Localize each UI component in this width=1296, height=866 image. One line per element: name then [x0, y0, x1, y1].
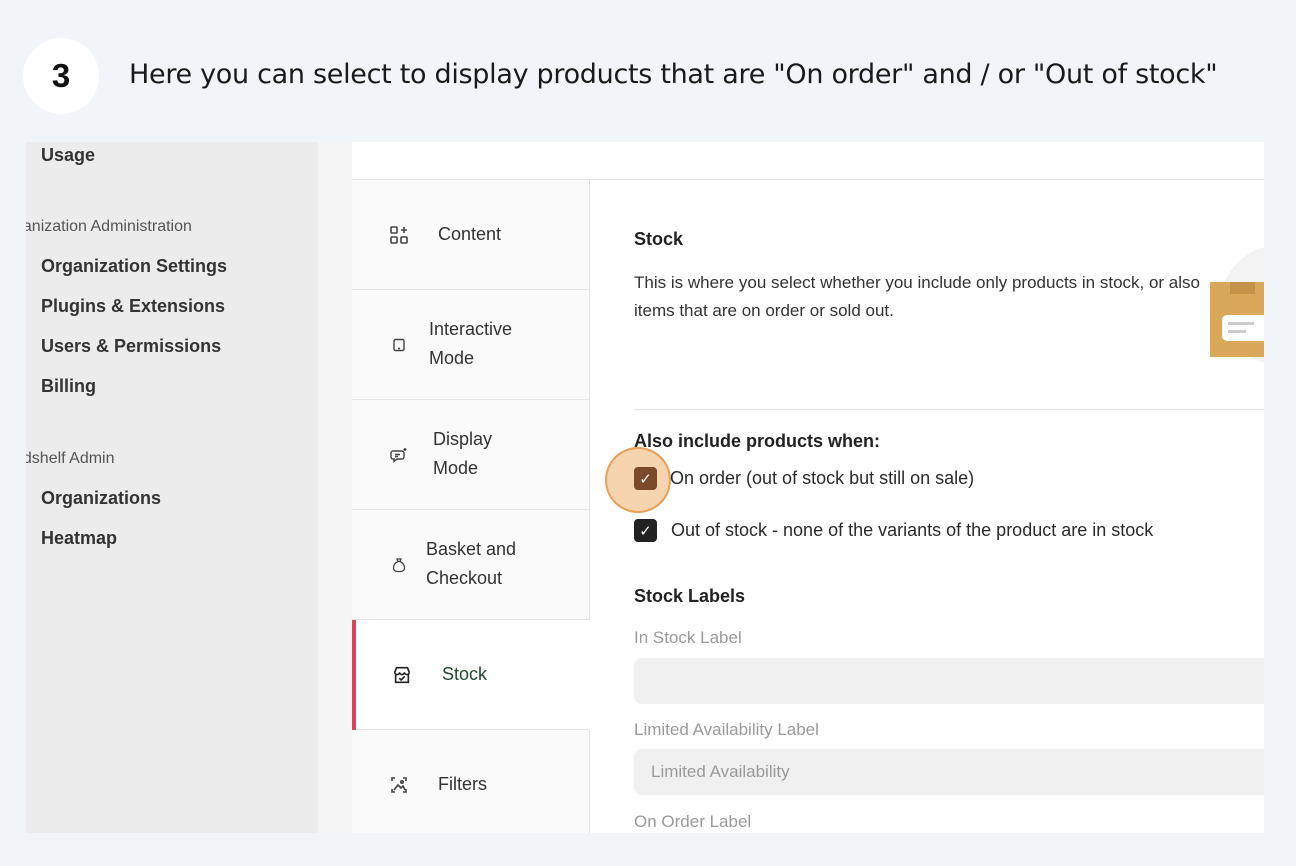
on-order-label-caption: On Order Label [634, 812, 752, 831]
tab-label: Stock [442, 664, 488, 684]
top-bar [352, 142, 1264, 180]
store-check-icon [392, 665, 412, 685]
out-of-stock-checkbox[interactable]: ✓ [634, 519, 657, 542]
app-screenshot: Usage ganization Administration Organiza… [26, 142, 1264, 833]
stock-illustration-icon [1180, 240, 1264, 370]
tab-label-line1: Basket and [426, 539, 517, 559]
stock-settings-panel: Stock This is where you select whether y… [590, 180, 1264, 833]
option-label: On order (out of stock but still on sale… [670, 468, 975, 488]
tab-label-line2: Mode [433, 458, 479, 478]
tab-label-line2: Checkout [426, 568, 503, 588]
in-stock-label-caption: In Stock Label [634, 628, 742, 647]
tab-label-line1: Interactive [429, 319, 513, 339]
sidebar-gutter [318, 142, 352, 833]
also-include-title: Also include products when: [634, 431, 881, 451]
step-instruction: Here you can select to display products … [129, 59, 1218, 90]
tab-label: Filters [438, 774, 487, 794]
in-stock-label-input[interactable] [634, 658, 1264, 704]
option-label: Out of stock - none of the variants of t… [671, 520, 1154, 540]
checkmark-icon: ✓ [639, 522, 652, 540]
tab-filters[interactable]: Filters [352, 730, 590, 833]
settings-tabs: Content Interactive Mode Display Mode Ba… [352, 180, 590, 833]
limited-availability-label-caption: Limited Availability Label [634, 720, 819, 739]
checkmark-icon: ✓ [639, 470, 652, 488]
tablet-icon [389, 335, 409, 355]
sidebar-section-cloudshelf-admin: udshelf Admin [26, 450, 115, 467]
option-out-of-stock[interactable]: ✓ Out of stock - none of the variants of… [634, 519, 1153, 542]
sidebar-item-organization-settings[interactable]: Organization Settings [41, 256, 227, 277]
sidebar-item-usage[interactable]: Usage [41, 145, 95, 166]
on-order-checkbox[interactable]: ✓ [634, 467, 657, 490]
section-description: This is where you select whether you inc… [634, 273, 1200, 320]
sidebar-section-org-admin: ganization Administration [26, 218, 192, 235]
chat-sparkle-icon [389, 445, 409, 465]
sidebar-item-organizations[interactable]: Organizations [41, 488, 161, 509]
sidebar-item-billing[interactable]: Billing [41, 376, 96, 397]
option-on-order[interactable]: ✓ On order (out of stock but still on sa… [634, 467, 974, 490]
stock-labels-title: Stock Labels [634, 586, 746, 606]
content-blocks-icon [389, 225, 409, 245]
image-filter-icon [389, 775, 409, 795]
step-number-badge: 3 [23, 38, 99, 114]
tab-label-line2: Mode [429, 348, 475, 368]
tab-basket-and-checkout[interactable]: Basket and Checkout [352, 510, 590, 620]
sidebar-item-plugins-extensions[interactable]: Plugins & Extensions [41, 296, 225, 317]
tab-interactive-mode[interactable]: Interactive Mode [352, 290, 590, 400]
limited-availability-input[interactable]: Limited Availability [634, 749, 1264, 795]
sidebar: Usage ganization Administration Organiza… [26, 142, 318, 833]
tab-label: Content [438, 224, 502, 244]
section-title: Stock [634, 229, 684, 249]
tab-display-mode[interactable]: Display Mode [352, 400, 590, 510]
sidebar-item-users-permissions[interactable]: Users & Permissions [41, 336, 221, 357]
money-bag-icon [389, 555, 409, 575]
tab-stock[interactable]: Stock [352, 620, 590, 730]
step-header: 3 Here you can select to display product… [0, 0, 1296, 142]
tab-label-line1: Display [433, 429, 493, 449]
divider [634, 409, 1264, 410]
tab-content[interactable]: Content [352, 180, 590, 290]
sidebar-item-heatmap[interactable]: Heatmap [41, 528, 117, 549]
